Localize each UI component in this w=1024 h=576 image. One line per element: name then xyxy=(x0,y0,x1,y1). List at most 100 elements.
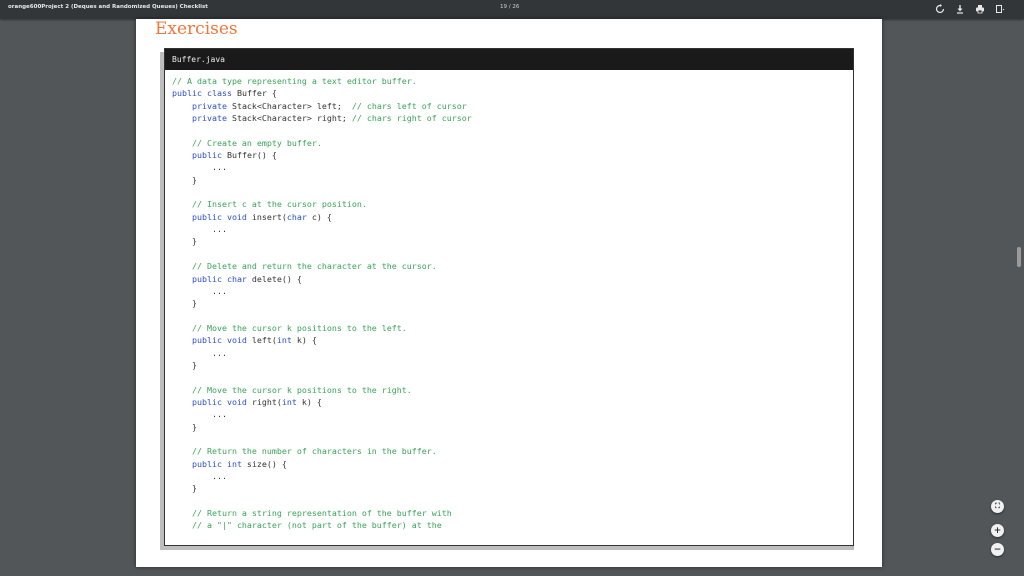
code-text: c) { xyxy=(306,211,332,222)
fit-page-icon: ⛶ xyxy=(995,502,1000,510)
code-comment: // Delete and return the character at th… xyxy=(191,261,437,272)
code-line: // a "|" character (not part of the buff… xyxy=(172,519,853,531)
code-comment: // Insert c at the cursor position. xyxy=(191,199,367,210)
code-line: // Create an empty buffer. xyxy=(172,137,853,149)
code-line: public void insert(char c) { xyxy=(172,211,853,223)
code-text: delete() { xyxy=(246,273,302,284)
code-line: } xyxy=(172,421,853,433)
code-text: Stack<Character> right; xyxy=(226,113,352,124)
code-line: public void left(int k) { xyxy=(172,334,853,346)
zoom-out-button[interactable]: − xyxy=(991,543,1004,556)
code-text: right( xyxy=(246,396,282,407)
code-text: k) { xyxy=(296,396,322,407)
code-text: } xyxy=(172,421,197,432)
code-line: public void right(int k) { xyxy=(172,396,853,408)
code-keyword: int xyxy=(276,335,292,346)
code-line: ... xyxy=(172,470,853,482)
code-comment: // Create an empty buffer. xyxy=(191,137,322,148)
print-icon[interactable] xyxy=(974,3,986,15)
code-listing: Buffer.java // A data type representing … xyxy=(164,48,854,546)
code-line: } xyxy=(172,482,853,494)
code-line: private Stack<Character> left; // chars … xyxy=(172,100,853,112)
code-line: ... xyxy=(172,408,853,420)
code-line: // Return a string representation of the… xyxy=(172,507,853,519)
code-keyword: public void xyxy=(191,396,247,407)
code-text: ... xyxy=(172,409,227,420)
code-comment: // chars left of cursor xyxy=(351,100,467,111)
code-text: ... xyxy=(172,224,227,235)
code-line: ... xyxy=(172,285,853,297)
code-text: } xyxy=(172,236,197,247)
code-line: // A data type representing a text edito… xyxy=(172,75,853,87)
code-keyword: char xyxy=(286,211,307,222)
code-line: public char delete() { xyxy=(172,273,853,285)
code-text: left( xyxy=(246,335,277,346)
code-line: ... xyxy=(172,161,853,173)
code-keyword: public char xyxy=(191,273,247,284)
fit-page-button[interactable]: ⛶ xyxy=(991,500,1004,513)
code-line: // Move the cursor k positions to the ri… xyxy=(172,384,853,396)
code-line: // Move the cursor k positions to the le… xyxy=(172,322,853,334)
code-text: ... xyxy=(172,162,227,173)
code-text: k) { xyxy=(291,335,317,346)
code-text: ... xyxy=(172,285,227,296)
code-text: ... xyxy=(172,471,227,481)
code-text: } xyxy=(172,298,197,309)
zoom-in-icon: + xyxy=(993,525,1002,536)
download-icon[interactable] xyxy=(954,3,966,15)
zoom-in-button[interactable]: + xyxy=(991,524,1004,537)
code-comment: // A data type representing a text edito… xyxy=(172,76,417,86)
code-line: ... xyxy=(172,347,853,359)
code-line: public Buffer() { xyxy=(172,149,853,161)
code-text: } xyxy=(172,174,197,185)
code-comment: // Move the cursor k positions to the le… xyxy=(191,322,407,333)
code-text: Stack<Character> left; xyxy=(226,100,352,111)
code-keyword: public int xyxy=(191,458,242,469)
document-title: orange600Project 2 (Deques and Randomize… xyxy=(8,4,208,10)
code-line: ... xyxy=(172,223,853,235)
code-line: } xyxy=(172,297,853,309)
page-indicator[interactable]: 19 / 26 xyxy=(500,4,519,10)
code-line: } xyxy=(172,174,853,186)
code-line: // Delete and return the character at th… xyxy=(172,260,853,272)
code-text: Buffer { xyxy=(231,88,277,99)
code-line: } xyxy=(172,359,853,371)
rotate-icon[interactable] xyxy=(934,3,946,15)
code-comment: // a "|" character (not part of the buff… xyxy=(191,520,442,531)
code-text: size() { xyxy=(241,458,287,469)
code-text: } xyxy=(172,359,197,370)
code-text: } xyxy=(172,483,197,494)
code-body: // A data type representing a text edito… xyxy=(165,70,853,532)
code-keyword: public void xyxy=(191,211,247,222)
code-line: public class Buffer { xyxy=(172,87,853,99)
more-icon[interactable] xyxy=(994,3,1006,15)
code-comment: // chars right of cursor xyxy=(351,113,472,124)
code-text: ... xyxy=(172,347,227,358)
code-text: insert( xyxy=(246,211,287,222)
code-filename: Buffer.java xyxy=(165,49,853,70)
code-line: // Return the number of characters in th… xyxy=(172,445,853,457)
code-keyword: public void xyxy=(191,335,247,346)
scrollbar-thumb[interactable] xyxy=(1017,247,1021,267)
code-keyword: public xyxy=(191,150,222,161)
code-line: private Stack<Character> right; // chars… xyxy=(172,112,853,124)
